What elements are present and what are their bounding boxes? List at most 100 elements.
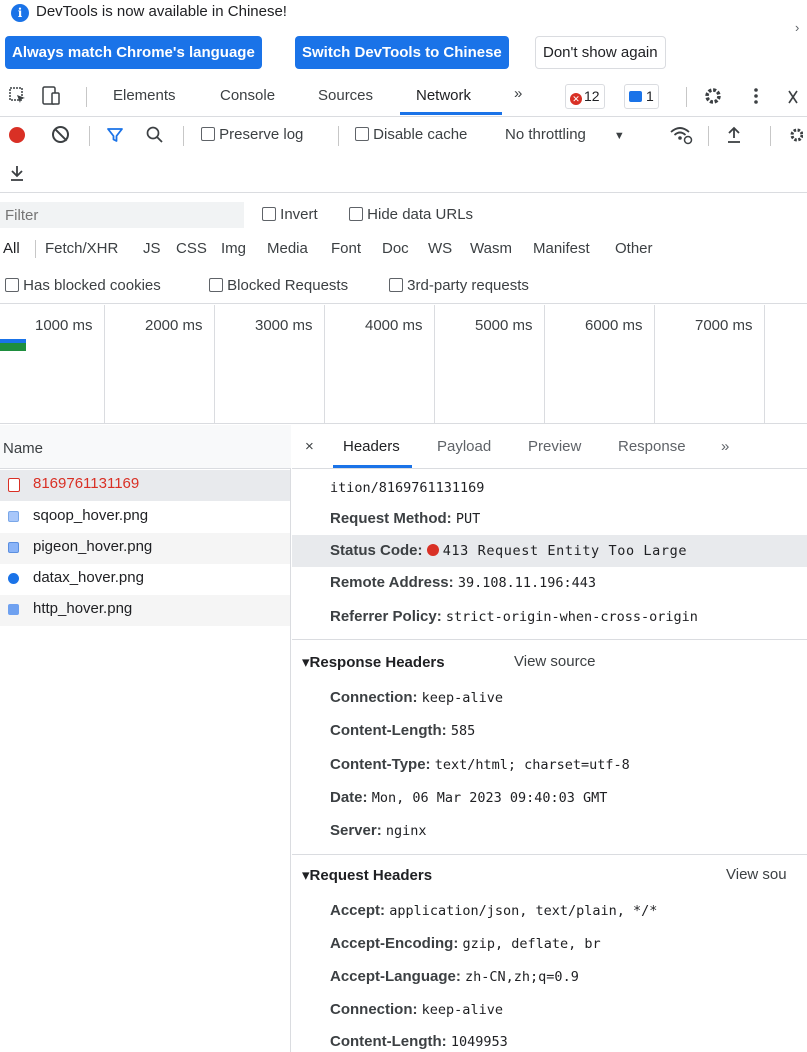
header-value: application/json, text/plain, */*: [389, 903, 658, 919]
tab-elements[interactable]: Elements: [113, 87, 176, 104]
has-blocked-cookies-checkbox[interactable]: Has blocked cookies: [5, 277, 161, 294]
response-headers-title[interactable]: ▾Response Headers: [302, 653, 445, 671]
filter-type-manifest[interactable]: Manifest: [533, 240, 590, 257]
throttling-select[interactable]: No throttling ▼: [505, 126, 625, 143]
filter-type-img[interactable]: Img: [221, 240, 246, 257]
switch-to-chinese-button[interactable]: Switch DevTools to Chinese: [295, 36, 509, 69]
status-code-row: Status Code: 413 Request Entity Too Larg…: [330, 542, 687, 559]
import-har-icon[interactable]: [726, 125, 742, 145]
preserve-log-label: Preserve log: [219, 126, 304, 143]
always-match-language-button[interactable]: Always match Chrome's language: [5, 36, 262, 69]
tab-payload[interactable]: Payload: [437, 438, 491, 455]
header-value: PUT: [455, 511, 481, 527]
errors-badge[interactable]: ✕ 12: [565, 84, 605, 109]
disable-cache-label: Disable cache: [373, 126, 468, 143]
close-infobar-icon[interactable]: ›: [795, 20, 799, 35]
blocked-requests-checkbox[interactable]: Blocked Requests: [209, 277, 348, 294]
more-tabs-icon[interactable]: »: [514, 85, 522, 102]
filter-type-js[interactable]: JS: [143, 240, 161, 257]
search-icon[interactable]: [145, 125, 165, 145]
request-header-row: Content-Length: 1049953: [330, 1033, 508, 1050]
filter-type-ws[interactable]: WS: [428, 240, 452, 257]
header-key: Accept-Language:: [330, 968, 461, 985]
header-value: 413 Request Entity Too Large: [442, 543, 688, 559]
device-toolbar-icon[interactable]: [40, 85, 62, 107]
export-har-icon[interactable]: [9, 164, 25, 184]
header-value: nginx: [385, 823, 427, 839]
invert-checkbox[interactable]: Invert: [262, 206, 318, 223]
image-file-icon: [8, 573, 19, 584]
close-devtools-icon[interactable]: [787, 89, 799, 105]
third-party-requests-checkbox[interactable]: 3rd-party requests: [389, 277, 529, 294]
timeline-tick-label: 1000 ms: [35, 317, 93, 334]
request-row[interactable]: datax_hover.png: [0, 564, 290, 595]
network-settings-gear-icon[interactable]: [787, 127, 803, 143]
request-headers-title[interactable]: ▾Request Headers: [302, 866, 432, 884]
filter-type-css[interactable]: CSS: [176, 240, 207, 257]
clear-icon[interactable]: [52, 126, 69, 143]
tab-response[interactable]: Response: [618, 438, 686, 455]
header-key: Status Code:: [330, 542, 423, 559]
request-row[interactable]: sqoop_hover.png: [0, 502, 290, 533]
network-conditions-icon[interactable]: [668, 124, 694, 146]
tab-headers[interactable]: Headers: [343, 438, 400, 455]
response-header-row: Content-Type: text/html; charset=utf-8: [330, 756, 630, 773]
header-value: 39.108.11.196:443: [457, 575, 596, 591]
timeline-gridline: [654, 305, 655, 424]
more-tabs-icon[interactable]: »: [721, 438, 729, 455]
tab-network[interactable]: Network: [416, 87, 471, 104]
document-error-icon: [8, 478, 20, 492]
request-name: datax_hover.png: [33, 569, 144, 586]
view-source-link[interactable]: View source: [514, 653, 595, 670]
header-value: text/html; charset=utf-8: [434, 757, 630, 773]
request-details-panel: × Headers Payload Preview Response » iti…: [292, 425, 807, 1052]
tab-sources[interactable]: Sources: [318, 87, 373, 104]
close-details-icon[interactable]: ×: [305, 438, 314, 455]
timeline-tick-label: 6000 ms: [585, 317, 643, 334]
image-file-icon: [8, 604, 19, 615]
timeline-overview[interactable]: 1000 ms 2000 ms 3000 ms 4000 ms 5000 ms …: [0, 305, 807, 424]
tab-console[interactable]: Console: [220, 87, 275, 104]
more-options-icon[interactable]: [752, 86, 760, 106]
filter-type-font[interactable]: Font: [331, 240, 361, 257]
filter-bar: Invert Hide data URLs All Fetch/XHR JS C…: [0, 194, 807, 304]
status-error-icon: [426, 544, 439, 556]
request-row[interactable]: http_hover.png: [0, 595, 290, 626]
dont-show-again-button[interactable]: Don't show again: [535, 36, 666, 69]
timeline-tick-label: 4000 ms: [365, 317, 423, 334]
response-header-row: Date: Mon, 06 Mar 2023 09:40:03 GMT: [330, 789, 607, 806]
record-icon[interactable]: [9, 127, 25, 143]
hide-data-urls-checkbox[interactable]: Hide data URLs: [349, 206, 473, 223]
filter-type-media[interactable]: Media: [267, 240, 308, 257]
header-value: 585: [450, 723, 476, 739]
request-row[interactable]: pigeon_hover.png: [0, 533, 290, 564]
header-value: strict-origin-when-cross-origin: [445, 609, 698, 625]
inspect-element-icon[interactable]: [8, 86, 28, 106]
filter-type-other[interactable]: Other: [615, 240, 653, 257]
preserve-log-checkbox[interactable]: Preserve log: [201, 126, 303, 143]
header-key: Server:: [330, 822, 382, 839]
section-divider: [292, 639, 807, 640]
settings-gear-icon[interactable]: [703, 86, 723, 106]
header-value: 1049953: [450, 1034, 508, 1050]
request-row[interactable]: 8169761131169: [0, 470, 290, 501]
view-source-link[interactable]: View sou: [726, 866, 787, 883]
devtools-tabbar: Elements Console Sources Network » ✕ 12 1: [0, 77, 807, 117]
filter-type-fetch-xhr[interactable]: Fetch/XHR: [45, 240, 118, 257]
timeline-tick-label: 7000 ms: [695, 317, 753, 334]
filter-type-wasm[interactable]: Wasm: [470, 240, 512, 257]
response-header-row: Content-Length: 585: [330, 722, 475, 739]
messages-badge[interactable]: 1: [624, 84, 659, 109]
filter-type-all[interactable]: All: [3, 240, 20, 257]
request-list-header[interactable]: Name: [0, 425, 291, 469]
language-infobar: i DevTools is now available in Chinese! …: [0, 0, 807, 74]
filter-type-doc[interactable]: Doc: [382, 240, 409, 257]
timeline-gridline: [324, 305, 325, 424]
disable-cache-checkbox[interactable]: Disable cache: [355, 126, 467, 143]
timeline-gridline: [544, 305, 545, 424]
header-key: Connection:: [330, 689, 418, 706]
toolbar-divider: [86, 87, 87, 107]
tab-preview[interactable]: Preview: [528, 438, 581, 455]
filter-icon[interactable]: [106, 126, 124, 144]
filter-input[interactable]: [0, 202, 244, 228]
